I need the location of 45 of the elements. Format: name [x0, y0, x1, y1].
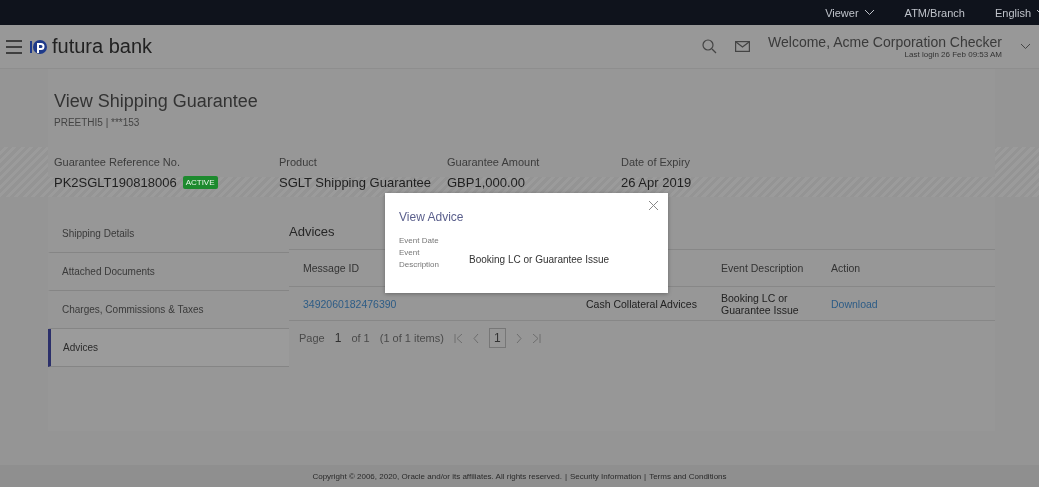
field-label: Product [279, 156, 317, 168]
footer-link[interactable]: Security Information [569, 471, 642, 481]
field-label: Guarantee Amount [447, 156, 540, 168]
footer-link[interactable]: Terms and Conditions [649, 471, 727, 481]
last-login-text: Last login 26 Feb 09:53 AM [904, 50, 1002, 59]
table-cell: Cash Collateral Advices [586, 297, 697, 310]
field-value: GBP1,000.00 [447, 175, 526, 190]
message-id-link[interactable]: 3492060182476390 [303, 297, 397, 310]
items-count: (1 of 1 items) [379, 332, 444, 344]
separator: | [644, 471, 647, 481]
field-value: 26 Apr 2019 [621, 175, 692, 190]
field-label: Event Date [399, 235, 440, 247]
sidebar-item[interactable]: Attached Documents [48, 253, 289, 291]
chevron-down-icon [1020, 43, 1031, 50]
field-value: PK2SGLT190818006 [54, 175, 177, 190]
table-cell: Booking LC or Guarantee Issue [721, 291, 799, 316]
mail-icon[interactable] [735, 41, 751, 52]
top-menu-item[interactable]: ATM/Branch [904, 6, 965, 19]
page-subtitle: PREETHI5 | ***153 [54, 117, 140, 128]
separator: | [564, 471, 567, 481]
column-header: Event Description [721, 262, 804, 274]
field-value: Booking LC or Guarantee Issue [469, 253, 611, 265]
page-number: 1 [334, 331, 342, 345]
column-header: Message ID [303, 262, 360, 274]
download-link[interactable]: Download [831, 297, 878, 310]
logo-text: futura bank [52, 35, 153, 58]
page-count: of 1 [351, 332, 370, 344]
status-badge: ACTIVE [182, 176, 218, 189]
copyright-text: Copyright © 2006, 2020, Oracle and/or its affiliates. All rights reserved. [312, 471, 562, 481]
sidebar-item[interactable]: Advices [48, 329, 289, 367]
field-label: Date of Expiry [621, 156, 691, 168]
top-menu-item[interactable]: Viewer [825, 6, 859, 19]
top-menu-item[interactable]: English [994, 6, 1031, 19]
page-button[interactable]: 1 [488, 328, 506, 348]
column-header: Action [831, 262, 861, 274]
field-label: Event Description [399, 247, 440, 271]
field-value: SGLT Shipping Guarantee [279, 175, 431, 190]
field-label: Guarantee Reference No. [54, 156, 180, 168]
search-icon[interactable] [702, 39, 718, 54]
page-label: Page [299, 332, 325, 344]
welcome-text: Welcome, Acme Corporation Checker [768, 34, 1002, 50]
close-icon[interactable] [647, 199, 660, 212]
sidebar-item[interactable]: Shipping Details [48, 215, 289, 253]
page-title: View Shipping Guarantee [54, 91, 259, 112]
menu-icon[interactable] [6, 39, 22, 54]
